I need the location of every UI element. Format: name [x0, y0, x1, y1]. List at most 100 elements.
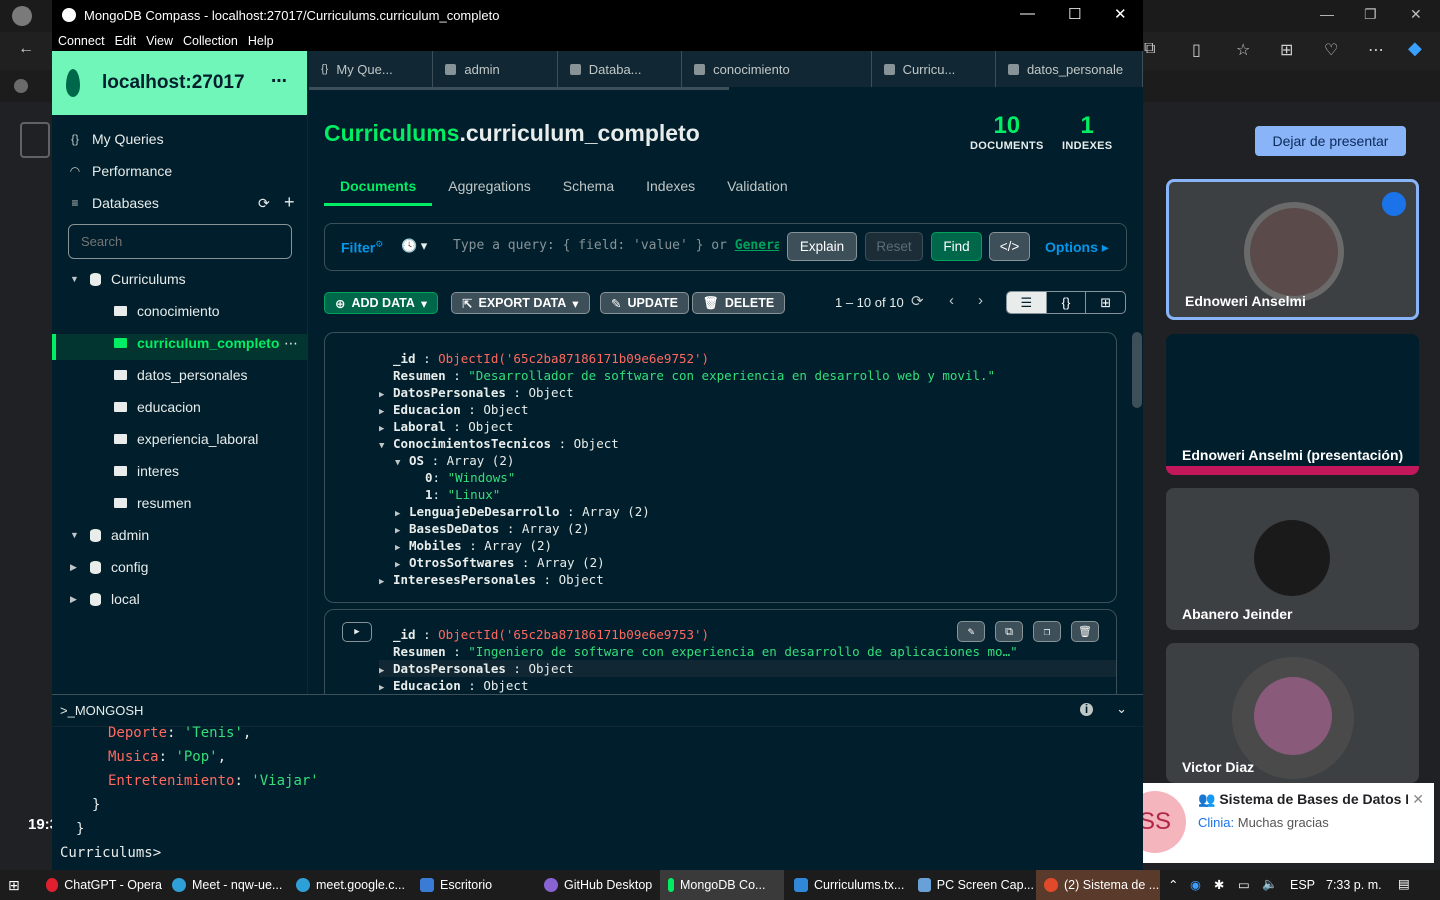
back-icon[interactable]: ← [18, 40, 34, 58]
expand-document-button[interactable]: ▶ [342, 622, 372, 642]
refresh-icon[interactable]: ⟳ [258, 195, 270, 212]
stop-presenting-button[interactable]: Dejar de presentar [1255, 126, 1406, 156]
tree-db-curriculums[interactable]: ▼ Curriculums [70, 268, 186, 290]
doc-field[interactable]: ▶ Laboral : Object [379, 418, 513, 435]
taskbar-item-chrome[interactable]: (2) Sistema de ... [1036, 870, 1160, 900]
chat-notification[interactable]: SS 👥 Sistema de Bases de Datos I... Clin… [1114, 783, 1434, 863]
nav-databases[interactable]: ≡ Databases ⟳ + [68, 192, 295, 213]
tree-collection-conocimiento[interactable]: conocimiento [114, 300, 220, 322]
reset-button[interactable]: Reset [865, 232, 923, 261]
tab-aggregations[interactable]: Aggregations [432, 170, 547, 206]
doc-field[interactable]: ▶ OtrosSoftwares : Array (2) [395, 554, 605, 571]
collapse-icon[interactable]: ⌄ [1116, 701, 1127, 717]
doc-field[interactable]: ▼ OS : Array (2) [395, 452, 514, 469]
menu-view[interactable]: View [146, 34, 173, 48]
collections-icon[interactable]: ⊞ [1280, 40, 1293, 60]
split-screen-icon[interactable]: ▯ [1192, 40, 1201, 60]
nav-my-queries[interactable]: {} My Queries [68, 131, 164, 147]
taskbar-item-vscode[interactable]: Curriculums.tx... [786, 870, 910, 900]
find-button[interactable]: Find [931, 232, 982, 261]
tray-chevron-icon[interactable]: ⌃ [1168, 877, 1178, 892]
delete-document-icon[interactable]: 🗑 [1071, 621, 1099, 642]
next-page-icon[interactable]: › [978, 292, 983, 309]
taskbar-item-meet-google[interactable]: meet.google.c... [288, 870, 412, 900]
caret-right-icon[interactable]: ▶ [379, 574, 393, 591]
tab-documents[interactable]: Documents [324, 170, 433, 206]
refresh-icon[interactable]: ⟳ [911, 292, 924, 310]
tab-conocimiento[interactable]: conocimiento [682, 51, 872, 87]
participant-tile[interactable]: Victor Diaz [1166, 643, 1419, 783]
copy-document-icon[interactable]: ⧉ [995, 621, 1023, 642]
caret-down-icon[interactable]: ▼ [70, 530, 80, 540]
chat-icon[interactable] [14, 79, 28, 93]
notifications-icon[interactable]: ▤ [1398, 876, 1410, 891]
taskbar-item-meet[interactable]: Meet - nqw-ue... [164, 870, 288, 900]
clone-document-icon[interactable]: ❐ [1033, 621, 1061, 642]
participant-tile[interactable]: Ednoweri Anselmi [1166, 179, 1419, 320]
nav-performance[interactable]: ◠ Performance [68, 163, 172, 179]
minimize-icon[interactable]: — [1020, 5, 1035, 22]
menu-collection[interactable]: Collection [183, 34, 238, 48]
close-icon[interactable]: ✕ [1410, 6, 1422, 23]
extensions-icon[interactable]: ⧉ [1144, 40, 1155, 58]
tree-db-admin[interactable]: ▼ admin [70, 524, 149, 546]
doc-field[interactable]: ▶ Educacion : Object [379, 677, 528, 694]
tab-validation[interactable]: Validation [711, 170, 803, 206]
doc-field[interactable]: ▼ ConocimientosTecnicos : Object [379, 435, 619, 452]
list-view-icon[interactable]: ☰ [1007, 292, 1047, 313]
favorites-icon[interactable]: ☆ [1236, 40, 1250, 60]
participant-tile[interactable]: Abanero Jeinder [1166, 488, 1419, 630]
copilot-icon[interactable]: ◆ [1408, 38, 1422, 59]
doc-field[interactable]: ▶ DatosPersonales : Object [379, 660, 1116, 677]
menu-edit[interactable]: Edit [115, 34, 137, 48]
bluetooth-icon[interactable]: ✱ [1214, 877, 1224, 892]
tree-collection-resumen[interactable]: resumen [114, 492, 191, 514]
info-icon[interactable]: i [1080, 703, 1093, 716]
caret-right-icon[interactable]: ▶ [70, 562, 80, 573]
menu-connect[interactable]: Connect [58, 34, 105, 48]
restore-icon[interactable]: ❐ [1364, 6, 1377, 23]
presentation-tile[interactable]: Ednoweri Anselmi (presentación) [1166, 334, 1419, 475]
tree-collection-datos-personales[interactable]: datos_personales [114, 364, 248, 386]
doc-field[interactable]: ▶ BasesDeDatos : Array (2) [395, 520, 590, 537]
minimize-icon[interactable]: — [1320, 6, 1334, 22]
tray-app-icon[interactable]: ◉ [1190, 877, 1201, 892]
collection-menu-icon[interactable]: ⋯ [284, 335, 298, 352]
doc-field[interactable]: ▶ LenguajeDeDesarrollo : Array (2) [395, 503, 650, 520]
tree-collection-experiencia-laboral[interactable]: experiencia_laboral [114, 428, 258, 450]
json-view-icon[interactable]: {} [1047, 292, 1087, 313]
edit-document-icon[interactable]: ✎ [957, 621, 985, 642]
export-code-button[interactable]: </> [989, 232, 1030, 261]
caret-right-icon[interactable]: ▶ [70, 594, 80, 605]
add-data-button[interactable]: ⊕ ADD DATA ▾ [324, 292, 439, 314]
share-icon[interactable] [20, 122, 50, 158]
tree-collection-educacion[interactable]: educacion [114, 396, 201, 418]
taskbar-item-screencap[interactable]: PC Screen Cap... [910, 870, 1034, 900]
taskbar-item-compass[interactable]: MongoDB Co... [660, 870, 784, 900]
performance-icon[interactable]: ♡ [1324, 40, 1338, 60]
tab-indexes[interactable]: Indexes [630, 170, 711, 206]
tab-my-queries[interactable]: {} My Que... [309, 51, 434, 87]
close-icon[interactable]: ✕ [1114, 5, 1127, 23]
tab-schema[interactable]: Schema [547, 170, 630, 206]
taskbar-clock[interactable]: 7:33 p. m. [1326, 878, 1382, 892]
close-notification-icon[interactable]: ✕ [1412, 791, 1424, 808]
prev-page-icon[interactable]: ‹ [949, 292, 954, 309]
caret-down-icon[interactable]: ▼ [379, 438, 393, 455]
doc-field[interactable]: ▶ InteresesPersonales : Object [379, 571, 604, 588]
options-toggle[interactable]: Options ▸ [1045, 239, 1109, 256]
tree-collection-curriculum-completo[interactable]: curriculum_completo ⋯ [114, 332, 304, 354]
add-database-icon[interactable]: + [284, 192, 295, 213]
export-data-button[interactable]: ⇱ EXPORT DATA ▾ [451, 292, 590, 314]
delete-button[interactable]: 🗑 DELETE [692, 292, 786, 314]
volume-icon[interactable]: 🔈 [1262, 877, 1278, 892]
taskbar-item-github[interactable]: GitHub Desktop [536, 870, 660, 900]
menu-help[interactable]: Help [248, 34, 274, 48]
tab-admin[interactable]: admin [433, 51, 558, 87]
document-card[interactable]: _id : ObjectId('65c2ba87186171b09e6e9752… [324, 332, 1117, 603]
tree-db-local[interactable]: ▶ local [70, 588, 140, 610]
mongosh-header[interactable]: >_MONGOSH i ⌄ [52, 695, 1143, 727]
update-button[interactable]: ✎ UPDATE [600, 292, 689, 314]
sidebar-search-input[interactable] [68, 224, 292, 259]
caret-down-icon[interactable]: ▼ [70, 274, 80, 284]
